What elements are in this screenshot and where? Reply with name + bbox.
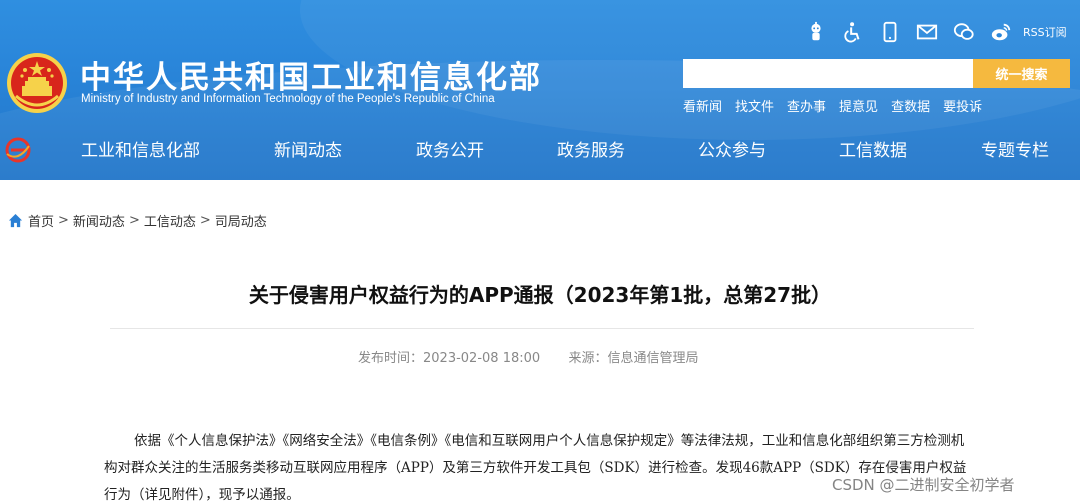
home-icon xyxy=(8,213,23,228)
nav-item-topics[interactable]: 专题专栏 xyxy=(981,136,1049,161)
robot-icon[interactable] xyxy=(804,20,828,44)
source-value: 信息通信管理局 xyxy=(607,351,699,366)
breadcrumb-miit-news[interactable]: 工信动态 xyxy=(144,211,196,230)
site-title-chinese[interactable]: 中华人民共和国工业和信息化部 xyxy=(80,52,542,97)
article-meta: 发布时间：2023-02-08 18:00 来源：信息通信管理局 xyxy=(358,347,698,366)
main-nav: 工业和信息化部 新闻动态 政务公开 政务服务 公众参与 工信数据 专题专栏 xyxy=(0,130,1080,168)
breadcrumb-separator: > xyxy=(199,213,211,228)
quick-links: 看新闻 找文件 查办事 提意见 查数据 要投诉 xyxy=(683,96,995,115)
search-button[interactable]: 统一搜索 xyxy=(973,59,1070,88)
breadcrumb-separator: > xyxy=(128,213,140,228)
weibo-icon[interactable] xyxy=(989,20,1013,44)
nav-item-miit[interactable]: 工业和信息化部 xyxy=(81,136,200,161)
search-input[interactable] xyxy=(683,59,973,88)
title-divider xyxy=(110,328,974,329)
national-emblem-logo[interactable] xyxy=(6,52,68,114)
article-title: 关于侵害用户权益行为的APP通报（2023年第1批，总第27批） xyxy=(248,283,832,307)
wechat-icon[interactable] xyxy=(952,20,976,44)
publish-label: 发布时间： xyxy=(358,351,424,366)
breadcrumb: 首页 > 新闻动态 > 工信动态 > 司局动态 xyxy=(8,211,267,230)
quick-link-complaint[interactable]: 要投诉 xyxy=(943,96,982,115)
breadcrumb-separator: > xyxy=(58,213,69,228)
breadcrumb-news[interactable]: 新闻动态 xyxy=(73,211,125,230)
quick-link-feedback[interactable]: 提意见 xyxy=(839,96,878,115)
quick-link-services[interactable]: 查办事 xyxy=(787,96,826,115)
rss-subscribe-link[interactable]: RSS订阅 xyxy=(1023,24,1067,40)
site-header: 中华人民共和国工业和信息化部 Ministry of Industry and … xyxy=(0,0,1080,180)
quick-link-news[interactable]: 看新闻 xyxy=(683,96,722,115)
accessibility-icon[interactable] xyxy=(841,20,865,44)
mobile-icon[interactable] xyxy=(878,20,902,44)
source-label: 来源： xyxy=(568,351,608,366)
quick-link-files[interactable]: 找文件 xyxy=(735,96,774,115)
breadcrumb-home[interactable]: 首页 xyxy=(28,211,54,230)
nav-item-public-participation[interactable]: 公众参与 xyxy=(698,136,766,161)
nav-item-gov-info[interactable]: 政务公开 xyxy=(416,136,484,161)
search-box xyxy=(683,59,973,88)
csdn-watermark: CSDN @二进制安全初学者 xyxy=(832,476,1015,494)
nav-item-data[interactable]: 工信数据 xyxy=(839,136,907,161)
top-utility-icons: RSS订阅 xyxy=(804,18,1067,46)
quick-link-data[interactable]: 查数据 xyxy=(891,96,930,115)
nav-item-gov-services[interactable]: 政务服务 xyxy=(557,136,625,161)
site-title-english: Ministry of Industry and Information Tec… xyxy=(81,93,495,105)
mail-icon[interactable] xyxy=(915,20,939,44)
nav-item-news[interactable]: 新闻动态 xyxy=(274,136,342,161)
publish-time: 2023-02-08 18:00 xyxy=(423,351,541,366)
breadcrumb-dept-news[interactable]: 司局动态 xyxy=(215,211,267,230)
